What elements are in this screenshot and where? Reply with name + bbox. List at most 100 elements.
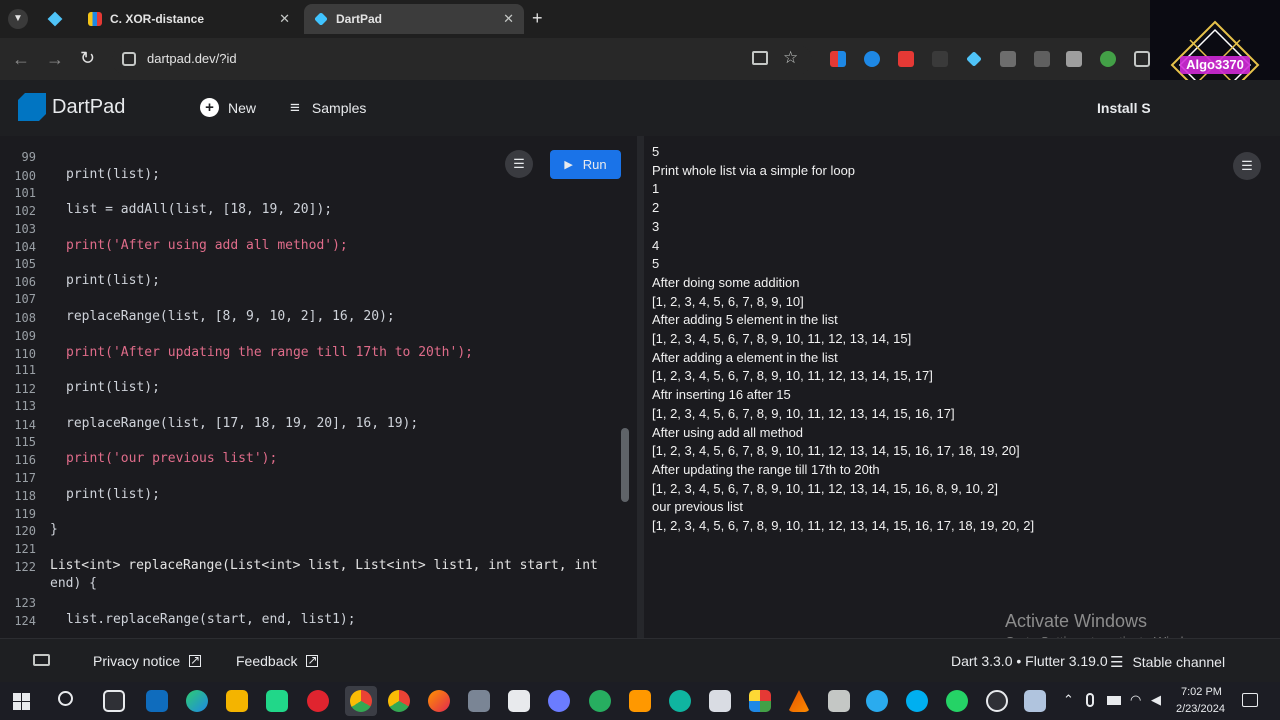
pinned-tab-gem-icon[interactable] <box>47 11 63 27</box>
app-title: DartPad <box>52 96 126 118</box>
firefox-icon[interactable] <box>428 690 450 712</box>
output-line: After adding 5 element in the list <box>652 312 838 328</box>
run-button[interactable]: ▶ Run <box>550 150 621 179</box>
format-button[interactable]: ☰ <box>505 150 533 178</box>
tab-list-dropdown-icon[interactable]: ▼ <box>8 9 28 29</box>
code-line[interactable]: end) { <box>50 576 97 591</box>
extension-icon-2[interactable] <box>864 51 880 67</box>
tab-xor-distance[interactable]: C. XOR-distance ✕ <box>78 4 300 34</box>
chrome-icon-2[interactable] <box>388 690 410 712</box>
system-tray-chevron-icon[interactable]: ⌃ <box>1063 692 1074 708</box>
forward-icon[interactable]: → <box>46 49 64 70</box>
app-icon-notes[interactable] <box>508 690 530 712</box>
app-icon-window[interactable] <box>709 690 731 712</box>
app-icon-colors[interactable] <box>749 690 771 712</box>
channel-selector[interactable]: ☰ Stable channel <box>1110 653 1225 671</box>
file-explorer-icon[interactable] <box>226 690 248 712</box>
feedback-link[interactable]: Feedback ↗ <box>236 653 319 669</box>
outlook-icon[interactable] <box>146 690 168 712</box>
output-line: [1, 2, 3, 4, 5, 6, 7, 8, 9, 10, 11, 12, … <box>652 518 1035 533</box>
close-tab-icon[interactable]: ✕ <box>279 11 290 27</box>
code-line[interactable]: list = addAll(list, [18, 19, 20]); <box>66 202 332 217</box>
line-number: 109 <box>14 329 36 343</box>
install-sdk-link[interactable]: Install SD <box>1097 100 1150 116</box>
code-line[interactable]: List<int> replaceRange(List<int> list, L… <box>50 558 598 573</box>
output-line: 5 <box>652 256 660 272</box>
app-icon-check[interactable] <box>548 690 570 712</box>
new-button[interactable]: + New <box>200 98 256 117</box>
tab-dartpad[interactable]: DartPad ✕ <box>304 4 524 34</box>
code-line[interactable]: print('After using add all method'); <box>66 238 348 253</box>
opera-icon[interactable] <box>307 690 329 712</box>
extension-icon-8[interactable] <box>1100 51 1116 67</box>
skype-icon[interactable] <box>906 690 928 712</box>
extension-icon-1[interactable] <box>830 51 846 67</box>
new-tab-button[interactable]: + <box>532 8 543 29</box>
samples-label: Samples <box>311 100 367 116</box>
close-tab-icon[interactable]: ✕ <box>503 11 514 27</box>
output-line: After doing some addition <box>652 274 800 290</box>
app-icon-monitor[interactable] <box>1024 690 1046 712</box>
wifi-icon[interactable]: ◠ <box>1130 692 1141 708</box>
microphone-icon[interactable] <box>1086 693 1094 707</box>
privacy-notice-link[interactable]: Privacy notice ↗ <box>93 653 202 669</box>
app-icon-green[interactable] <box>589 690 611 712</box>
app-icon-cube[interactable] <box>468 690 490 712</box>
notification-icon[interactable] <box>1242 693 1258 707</box>
date-text: 2/23/2024 <box>1176 703 1225 715</box>
code-line[interactable]: list.replaceRange(start, end, list1); <box>66 612 356 627</box>
code-line[interactable]: print(list); <box>66 380 160 395</box>
editor-scrollbar[interactable] <box>621 428 629 502</box>
search-icon[interactable] <box>58 691 73 706</box>
split-divider[interactable] <box>637 136 644 638</box>
extension-icon-4[interactable] <box>932 51 948 67</box>
volume-icon[interactable]: ◀ <box>1151 692 1161 708</box>
url-text[interactable]: dartpad.dev/?id <box>147 51 237 66</box>
extension-icon-6[interactable] <box>1000 51 1016 67</box>
code-line[interactable]: replaceRange(list, [8, 9, 10, 2], 16, 20… <box>66 309 395 324</box>
bookmark-star-icon[interactable]: ☆ <box>783 48 798 68</box>
extensions-puzzle-icon[interactable] <box>1134 51 1150 67</box>
code-line[interactable]: } <box>50 522 58 537</box>
line-number: 106 <box>14 275 36 289</box>
tray-icon-2[interactable] <box>1107 696 1121 705</box>
code-line[interactable]: print(list); <box>66 273 160 288</box>
reload-icon[interactable]: ↻ <box>80 48 95 69</box>
windows-start-icon[interactable] <box>13 693 30 710</box>
samples-button[interactable]: ≡ Samples <box>290 98 366 118</box>
code-line[interactable]: print(list); <box>66 167 160 182</box>
edge-icon[interactable] <box>186 690 208 712</box>
code-line[interactable]: print(list); <box>66 487 160 502</box>
output-line: [1, 2, 3, 4, 5, 6, 7, 8, 9, 10, 11, 12, … <box>652 480 998 496</box>
output-line: [1, 2, 3, 4, 5, 6, 7, 8, 9, 10, 11, 12, … <box>652 331 912 346</box>
app-icon-teal[interactable] <box>669 690 691 712</box>
chrome-icon[interactable] <box>350 690 372 712</box>
clear-console-button[interactable]: ☰ <box>1233 152 1261 180</box>
install-app-icon[interactable] <box>752 51 768 65</box>
sublime-icon[interactable] <box>629 690 651 712</box>
code-line[interactable]: print('our previous list'); <box>66 451 277 466</box>
extension-icon-7[interactable] <box>1034 51 1050 67</box>
open-in-new-icon: ↗ <box>306 653 319 667</box>
telegram-icon[interactable] <box>866 690 888 712</box>
line-number: 116 <box>14 453 36 467</box>
output-line: 2 <box>652 200 660 216</box>
keyboard-icon[interactable] <box>33 654 50 666</box>
extension-icon-3[interactable] <box>898 51 914 67</box>
code-line[interactable]: print('After updating the range till 17t… <box>66 345 473 360</box>
output-line: Aftr inserting 16 after 15 <box>652 387 791 403</box>
site-info-icon[interactable] <box>122 52 136 66</box>
line-number: 120 <box>14 524 36 538</box>
back-icon[interactable]: ← <box>12 49 30 70</box>
line-number: 112 <box>14 382 36 396</box>
pycharm-icon[interactable] <box>266 690 288 712</box>
line-number: 102 <box>14 204 36 218</box>
app-icon-image[interactable] <box>828 690 850 712</box>
code-editor[interactable]: 99 100 print(list); 101 102 list = addAll(lis… <box>0 136 637 638</box>
code-line[interactable]: replaceRange(list, [17, 18, 19, 20], 16,… <box>66 416 418 431</box>
download-icon[interactable] <box>1066 51 1082 67</box>
app-icon-circle[interactable] <box>986 690 1008 712</box>
whatsapp-icon[interactable] <box>946 690 968 712</box>
line-number: 121 <box>14 542 36 556</box>
task-view-icon[interactable] <box>103 690 125 712</box>
